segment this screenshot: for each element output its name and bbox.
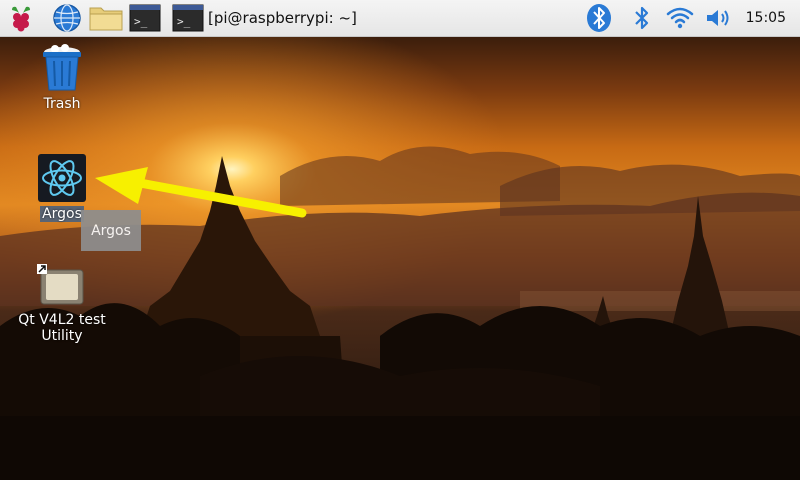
raspberry-pi-icon [12, 6, 30, 32]
desktop-icon-label: Qt V4L2 test Utility [18, 312, 106, 344]
clock[interactable]: 15:05 [746, 0, 786, 36]
folder-icon [89, 7, 123, 31]
svg-text:>_: >_ [134, 15, 148, 28]
tooltip: Argos [81, 210, 141, 251]
taskbar-window-terminal[interactable]: >_ [pi@raspberrypi: ~] [172, 2, 372, 34]
file-manager-launcher[interactable] [88, 3, 124, 33]
desktop-icon-label: Argos [40, 206, 84, 222]
react-atom-icon [38, 154, 86, 202]
taskbar: >_ >_ [pi@raspberrypi: ~] 15:05 [0, 0, 800, 37]
globe-icon [53, 4, 81, 32]
desktop-icon-qt-v4l2[interactable]: Qt V4L2 test Utility [10, 264, 114, 344]
volume-tray-button[interactable] [703, 3, 735, 33]
wifi-icon [666, 7, 694, 29]
bluetooth-icon [587, 4, 611, 32]
browser-launcher[interactable] [50, 3, 84, 33]
bluetooth-status-button[interactable] [628, 3, 656, 33]
wifi-tray-button[interactable] [664, 3, 696, 33]
volume-icon [707, 10, 729, 26]
sunset-wallpaper [0, 36, 800, 480]
svg-text:>_: >_ [177, 15, 191, 28]
bluetooth-icon [635, 6, 649, 30]
desktop-icon-label: Trash [43, 96, 81, 112]
terminal-launcher[interactable]: >_ [128, 3, 162, 33]
qt-v4l2-app-icon [37, 264, 84, 305]
raspberry-pi-menu-button[interactable] [4, 3, 38, 33]
bluetooth-tray-button[interactable] [584, 3, 614, 33]
desktop-icon-trash[interactable]: Trash [20, 44, 104, 112]
desktop-background [0, 36, 800, 480]
taskbar-window-title: [pi@raspberrypi: ~] [208, 9, 357, 27]
terminal-icon: >_ [129, 4, 161, 32]
terminal-icon: >_ [172, 4, 204, 32]
trash-icon [43, 44, 81, 91]
